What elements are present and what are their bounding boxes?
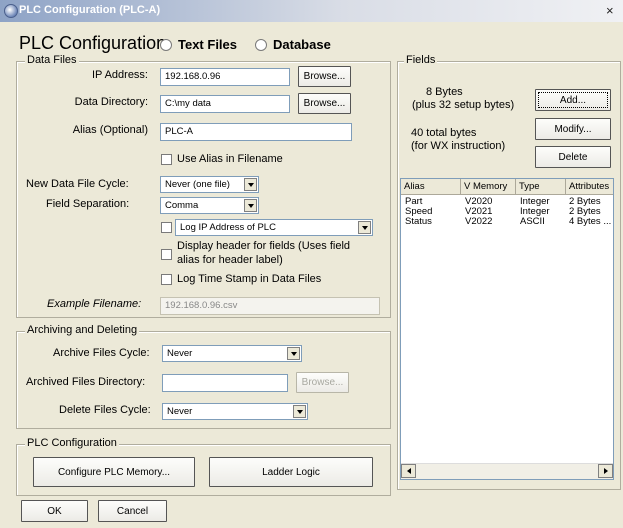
window-title: PLC Configuration (PLC-A) bbox=[19, 4, 161, 16]
ok-button[interactable]: OK bbox=[21, 500, 88, 522]
bytes-count: 8 Bytes bbox=[426, 86, 463, 98]
close-icon[interactable]: × bbox=[606, 3, 614, 18]
alias-label: Alias (Optional) bbox=[72, 124, 148, 136]
field-separation-select[interactable]: Comma bbox=[160, 197, 259, 214]
app-icon bbox=[4, 4, 18, 18]
display-header-label-1: Display header for fields (Uses field bbox=[177, 240, 351, 252]
new-file-cycle-select[interactable]: Never (one file) bbox=[160, 176, 259, 193]
radio-text-files-label: Text Files bbox=[178, 37, 238, 52]
data-directory-field[interactable]: C:\my data bbox=[160, 95, 290, 113]
radio-database[interactable]: Database bbox=[255, 37, 331, 52]
use-alias-checkbox[interactable] bbox=[161, 154, 172, 165]
setup-bytes: (plus 32 setup bytes) bbox=[412, 99, 515, 111]
archiving-legend: Archiving and Deleting bbox=[25, 324, 140, 336]
log-ip-select[interactable]: Log IP Address of PLC bbox=[175, 219, 373, 236]
column-header-type[interactable]: Type bbox=[516, 179, 566, 195]
archived-browse-button[interactable]: Browse... bbox=[296, 372, 349, 393]
row-alias: Status bbox=[405, 216, 432, 227]
modify-field-button[interactable]: Modify... bbox=[535, 118, 611, 140]
delete-cycle-label: Delete Files Cycle: bbox=[59, 404, 151, 416]
page-title: PLC Configuration bbox=[19, 33, 167, 53]
example-filename-label: Example Filename: bbox=[47, 298, 142, 310]
configure-plc-memory-button[interactable]: Configure PLC Memory... bbox=[33, 457, 195, 487]
scroll-left-icon[interactable] bbox=[401, 464, 416, 478]
plc-configuration-dialog: PLC Configuration (PLC-A) × PLC Configur… bbox=[0, 0, 623, 528]
new-file-cycle-value: Never (one file) bbox=[165, 179, 230, 190]
field-separation-label: Field Separation: bbox=[46, 198, 130, 210]
alias-field[interactable]: PLC-A bbox=[160, 123, 352, 141]
radio-icon[interactable] bbox=[255, 38, 267, 51]
row-attributes: 4 Bytes ... bbox=[569, 216, 612, 227]
scroll-right-icon[interactable] bbox=[598, 464, 613, 478]
chevron-down-icon[interactable] bbox=[287, 347, 300, 360]
browse-ip-button[interactable]: Browse... bbox=[298, 66, 351, 87]
use-alias-label: Use Alias in Filename bbox=[177, 153, 283, 165]
ladder-logic-button[interactable]: Ladder Logic bbox=[209, 457, 373, 487]
chevron-down-icon[interactable] bbox=[293, 405, 306, 418]
log-timestamp-label: Log Time Stamp in Data Files bbox=[177, 273, 322, 285]
plc-config-legend: PLC Configuration bbox=[25, 437, 119, 449]
archive-cycle-select[interactable]: Never bbox=[162, 345, 302, 362]
fields-list[interactable]: Alias V Memory Type Attributes Part V202… bbox=[400, 178, 614, 480]
browse-directory-button[interactable]: Browse... bbox=[298, 93, 351, 114]
archive-cycle-label: Archive Files Cycle: bbox=[53, 347, 150, 359]
field-separation-value: Comma bbox=[165, 200, 199, 211]
title-bar: PLC Configuration (PLC-A) × bbox=[0, 0, 623, 22]
log-ip-value: Log IP Address of PLC bbox=[180, 222, 276, 233]
chevron-down-icon[interactable] bbox=[244, 199, 257, 212]
delete-cycle-select[interactable]: Never bbox=[162, 403, 308, 420]
new-file-cycle-label: New Data File Cycle: bbox=[26, 178, 129, 190]
horizontal-scrollbar[interactable] bbox=[401, 463, 613, 479]
column-header-vmemory[interactable]: V Memory bbox=[461, 179, 516, 195]
archived-directory-field[interactable] bbox=[162, 374, 288, 392]
chevron-down-icon[interactable] bbox=[358, 221, 371, 234]
archived-directory-label: Archived Files Directory: bbox=[26, 376, 146, 388]
row-vmemory: V2022 bbox=[465, 216, 493, 227]
data-files-legend: Data Files bbox=[25, 54, 79, 66]
log-timestamp-checkbox[interactable] bbox=[161, 274, 172, 285]
radio-database-label: Database bbox=[273, 37, 331, 52]
total-bytes: 40 total bytes bbox=[411, 127, 477, 139]
column-header-alias[interactable]: Alias bbox=[401, 179, 461, 195]
add-field-button[interactable]: Add... bbox=[535, 89, 611, 111]
display-header-label-2: alias for header label) bbox=[177, 254, 283, 266]
wx-instruction-note: (for WX instruction) bbox=[411, 140, 506, 152]
ip-address-field[interactable]: 192.168.0.96 bbox=[160, 68, 290, 86]
fields-legend: Fields bbox=[404, 54, 438, 66]
column-header-attributes[interactable]: Attributes bbox=[566, 179, 613, 195]
radio-icon[interactable] bbox=[160, 38, 172, 51]
display-header-checkbox[interactable] bbox=[161, 249, 172, 260]
log-ip-checkbox[interactable] bbox=[161, 222, 172, 233]
radio-text-files[interactable]: Text Files bbox=[160, 37, 237, 52]
data-directory-label: Data Directory: bbox=[74, 96, 148, 108]
row-type: ASCII bbox=[520, 216, 545, 227]
delete-field-button[interactable]: Delete bbox=[535, 146, 611, 168]
example-filename-field: 192.168.0.96.csv bbox=[160, 297, 380, 315]
cancel-button[interactable]: Cancel bbox=[98, 500, 167, 522]
ip-address-label: IP Address: bbox=[91, 69, 148, 81]
delete-cycle-value: Never bbox=[167, 406, 193, 417]
chevron-down-icon[interactable] bbox=[244, 178, 257, 191]
archive-cycle-value: Never bbox=[167, 348, 193, 359]
